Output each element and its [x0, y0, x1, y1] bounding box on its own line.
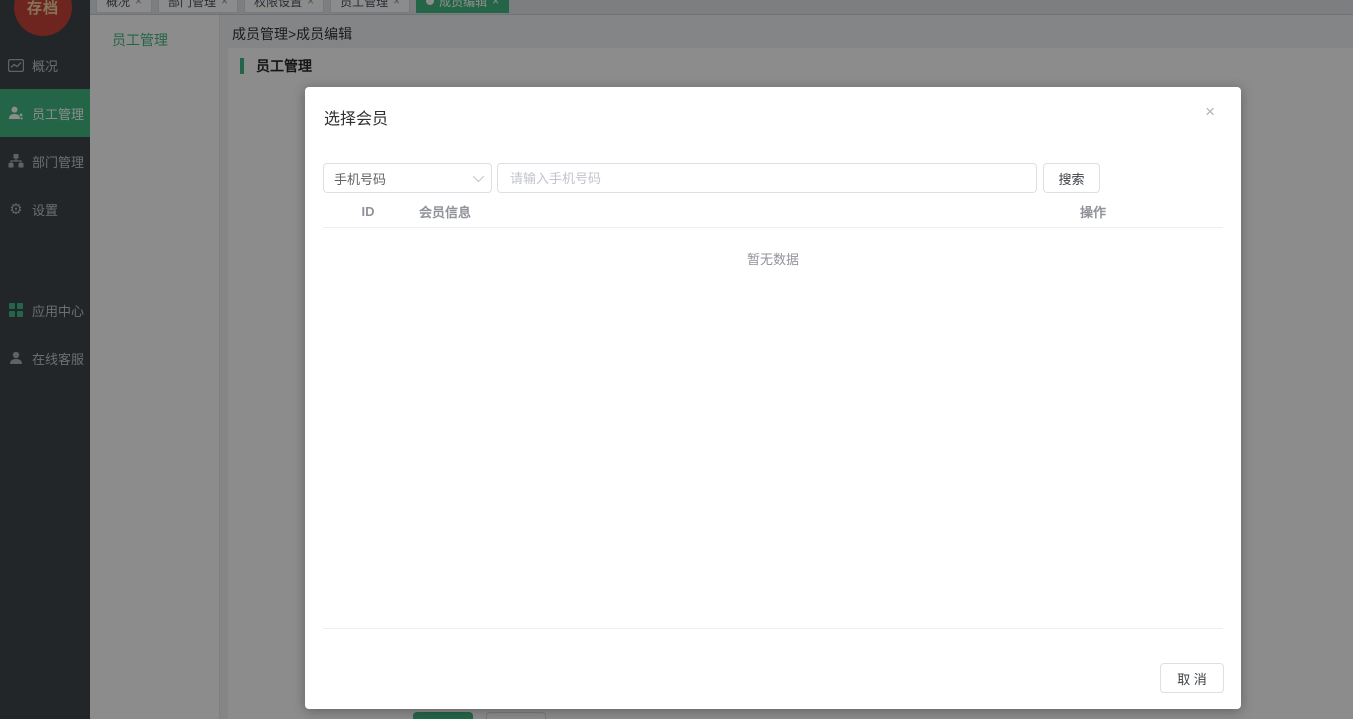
- search-button[interactable]: 搜索: [1043, 163, 1100, 193]
- table-header: ID 会员信息 操作: [323, 196, 1223, 228]
- dialog-title: 选择会员: [324, 111, 389, 128]
- column-header-member-info: 会员信息: [419, 205, 472, 220]
- select-member-dialog: 选择会员 × 手机号码 搜索 ID 会员信息 操作 暂无数据 取 消: [305, 87, 1241, 709]
- chevron-down-icon: [472, 170, 485, 183]
- column-header-id: ID: [361, 204, 375, 219]
- filter-type-select[interactable]: 手机号码: [323, 163, 492, 193]
- phone-number-input[interactable]: [497, 163, 1037, 193]
- column-header-action: 操作: [1079, 205, 1106, 220]
- close-icon[interactable]: ×: [1205, 103, 1215, 120]
- filter-selected-value: 手机号码: [334, 171, 387, 187]
- table-bottom-divider: [323, 628, 1223, 629]
- empty-state-text: 暂无数据: [746, 252, 799, 267]
- cancel-button[interactable]: 取 消: [1160, 663, 1224, 693]
- app-window: 概况 × 部门管理 × 权限设置 × 员工管理 × 成员编辑 × 存档 概况 员…: [0, 0, 1353, 719]
- search-row: 手机号码 搜索: [323, 163, 1100, 193]
